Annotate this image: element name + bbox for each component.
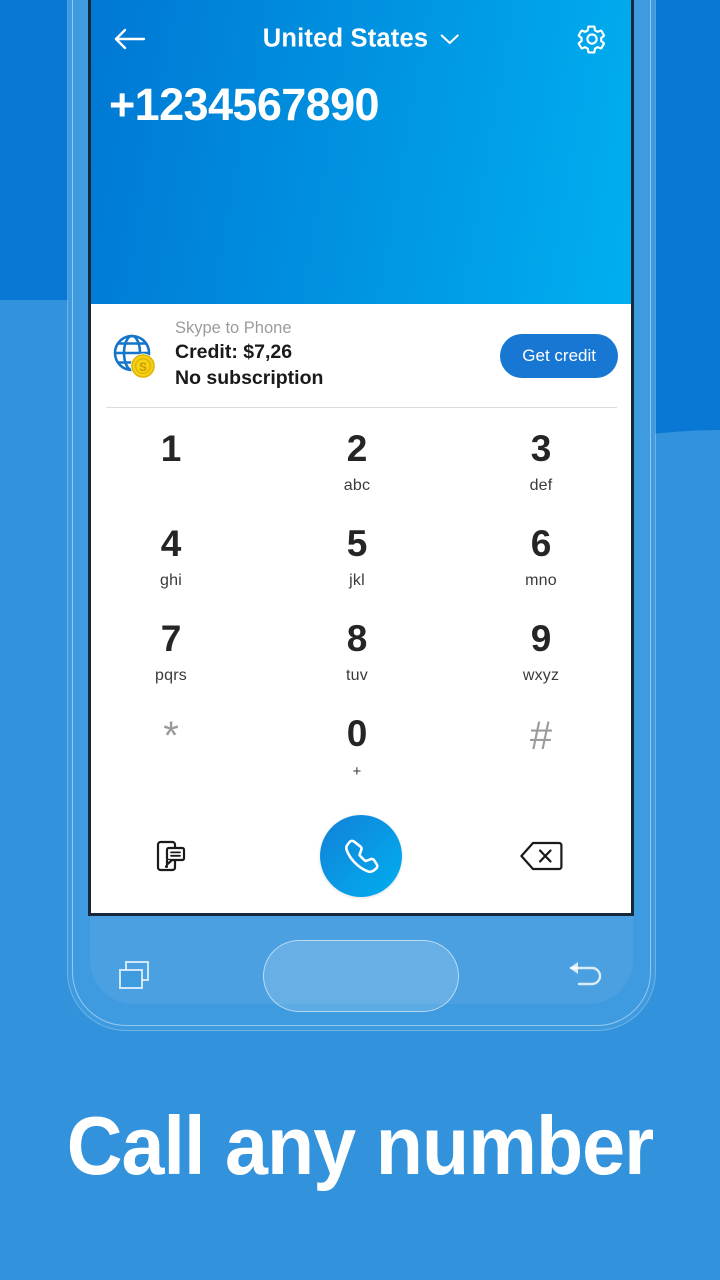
dialpad-row: 1 2 abc 3 def xyxy=(91,424,631,519)
dialpad-letters: abc xyxy=(343,476,371,494)
dialer-action-row xyxy=(91,800,631,912)
dialpad-letters: pqrs xyxy=(155,666,187,684)
dialpad-digit: 1 xyxy=(160,428,182,469)
recents-squares-icon xyxy=(119,961,149,989)
dialpad-letters: + xyxy=(352,762,362,780)
skype-to-phone-label: Skype to Phone xyxy=(175,319,292,338)
dialpad-grid: 1 2 abc 3 def 4 ghi 5 jkl 6 mno 7 pqrs 8… xyxy=(91,408,631,804)
dialpad-key-1[interactable]: 1 xyxy=(91,424,271,519)
dialpad-digit: 6 xyxy=(530,523,552,564)
phone-screen: United States +1234567890 S Skype to Pho… xyxy=(88,0,634,916)
svg-text:S: S xyxy=(139,362,147,374)
back-arrow-icon xyxy=(569,962,602,986)
dialpad-digit: * xyxy=(163,714,179,758)
country-name-label: United States xyxy=(262,24,429,53)
arrow-left-icon xyxy=(114,28,146,50)
dialpad-digit: 5 xyxy=(346,523,368,564)
skype-to-phone-credit-bar: S Skype to Phone Credit: $7,26 No subscr… xyxy=(91,304,631,408)
promo-tagline: Call any number xyxy=(66,1099,655,1192)
dialpad-digit: 3 xyxy=(530,428,552,469)
phone-message-icon xyxy=(156,840,186,872)
country-selector[interactable]: United States xyxy=(263,25,460,54)
phone-handset-icon xyxy=(345,839,379,874)
dialpad-digit: 9 xyxy=(530,618,552,659)
dialpad-letters: mno xyxy=(525,571,557,589)
dialpad-key-star[interactable]: * xyxy=(91,709,271,804)
android-navigation-bar xyxy=(88,930,634,1022)
dialpad-letters: ghi xyxy=(160,571,182,589)
backspace-button[interactable] xyxy=(451,840,631,872)
credit-text-block: Skype to Phone Credit: $7,26 No subscrip… xyxy=(175,318,500,393)
dialpad-key-9[interactable]: 9 wxyz xyxy=(451,614,631,709)
get-credit-button[interactable]: Get credit xyxy=(500,334,618,378)
dialed-number-display[interactable]: +1234567890 xyxy=(109,79,380,131)
dialpad-letters: tuv xyxy=(346,666,368,684)
back-button[interactable] xyxy=(107,16,153,62)
dialpad-key-5[interactable]: 5 jkl xyxy=(271,519,451,614)
chevron-down-icon xyxy=(440,34,459,45)
dialpad-digit: 2 xyxy=(346,428,368,469)
settings-button[interactable] xyxy=(569,16,615,62)
dialpad-letters: wxyz xyxy=(522,666,560,684)
gear-icon xyxy=(577,25,606,54)
dialpad-row: 7 pqrs 8 tuv 9 wxyz xyxy=(91,614,631,709)
dialpad-key-3[interactable]: 3 def xyxy=(451,424,631,519)
dialpad-digit: 4 xyxy=(160,523,182,564)
call-button-cell[interactable] xyxy=(271,815,451,897)
home-button[interactable] xyxy=(263,940,459,1012)
dialpad-key-8[interactable]: 8 tuv xyxy=(271,614,451,709)
dialpad-row: * 0 + # xyxy=(91,709,631,804)
dialpad-key-hash[interactable]: # xyxy=(451,709,631,804)
dialpad-key-0[interactable]: 0 + xyxy=(271,709,451,804)
recents-button[interactable] xyxy=(106,946,166,1006)
subscription-status: No subscription xyxy=(175,366,324,389)
dialpad-digit: 8 xyxy=(346,618,368,659)
globe-with-coin-icon: S xyxy=(106,329,162,383)
dialpad-key-2[interactable]: 2 abc xyxy=(271,424,451,519)
backspace-icon xyxy=(520,841,563,871)
call-button[interactable] xyxy=(320,815,402,897)
dialpad-digit: 0 xyxy=(346,713,368,754)
credit-balance: Credit: $7,26 xyxy=(175,341,293,364)
dialpad-key-7[interactable]: 7 pqrs xyxy=(91,614,271,709)
dialpad-row: 4 ghi 5 jkl 6 mno xyxy=(91,519,631,614)
dialpad-digit: # xyxy=(529,714,553,758)
dialpad-key-4[interactable]: 4 ghi xyxy=(91,519,271,614)
dialpad-letters: def xyxy=(529,476,553,494)
header-bar: United States xyxy=(91,0,631,78)
dialpad-letters: jkl xyxy=(349,571,365,589)
send-sms-button[interactable] xyxy=(91,838,271,874)
dialer-header: United States +1234567890 xyxy=(91,0,631,304)
back-nav-button[interactable] xyxy=(556,946,616,1006)
dialpad-digit: 7 xyxy=(160,618,182,659)
dialpad-key-6[interactable]: 6 mno xyxy=(451,519,631,614)
